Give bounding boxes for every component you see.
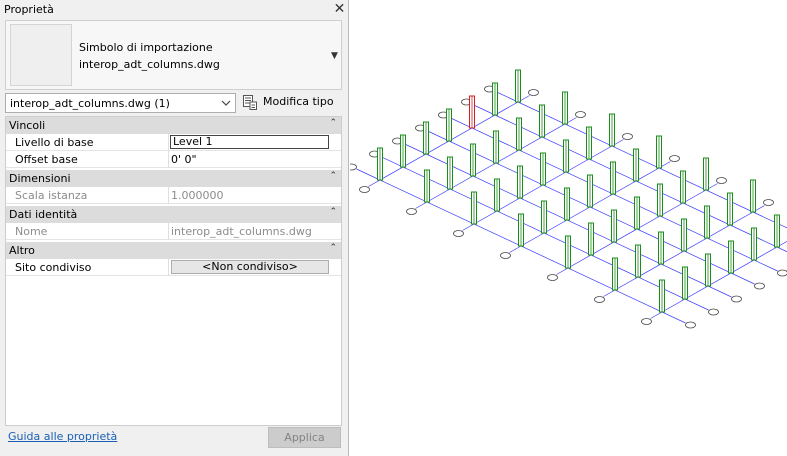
collapse-icon[interactable]: ⌃ bbox=[329, 207, 337, 217]
collapse-icon[interactable]: ⌃ bbox=[329, 171, 337, 181]
close-icon[interactable]: ✕ bbox=[332, 1, 347, 17]
category-label: Dati identità bbox=[9, 208, 78, 221]
grid-bubble bbox=[350, 163, 357, 171]
category-label: Vincoli bbox=[9, 119, 46, 132]
nome-value: interop_adt_columns.dwg bbox=[171, 225, 312, 238]
property-name: Sito condiviso bbox=[15, 261, 92, 274]
grid-line bbox=[494, 90, 787, 229]
property-name: Offset base bbox=[15, 153, 78, 166]
scala-istanza-value: 1.000000 bbox=[171, 189, 224, 202]
grid-bubble bbox=[777, 269, 787, 277]
grid-line bbox=[650, 240, 787, 319]
chevron-down-icon[interactable] bbox=[221, 96, 231, 110]
grid-bubble bbox=[641, 318, 652, 325]
sito-condiviso-button[interactable]: <Non condiviso> bbox=[171, 260, 329, 274]
property-row-offset-base[interactable]: Offset base 0' 0" bbox=[6, 151, 341, 168]
category-label: Dimensioni bbox=[9, 172, 71, 185]
type-selector[interactable]: Simbolo di importazione interop_adt_colu… bbox=[5, 20, 342, 90]
instance-filter-dropdown[interactable]: interop_adt_columns.dwg (1) bbox=[5, 93, 236, 113]
category-vincoli[interactable]: Vincoli ⌃ bbox=[6, 117, 341, 134]
collapse-icon[interactable]: ⌃ bbox=[329, 118, 337, 128]
livello-di-base-input[interactable]: Level 1 bbox=[170, 135, 329, 149]
column-divider bbox=[168, 259, 169, 276]
type-name: interop_adt_columns.dwg bbox=[79, 58, 220, 71]
grid-bubble bbox=[406, 208, 417, 215]
grid-bubble bbox=[731, 295, 742, 303]
property-name: Scala istanza bbox=[15, 189, 88, 202]
property-name: Livello di base bbox=[15, 136, 94, 149]
property-row-nome: Nome interop_adt_columns.dwg bbox=[6, 223, 341, 240]
grid-bubble bbox=[500, 252, 511, 259]
edit-type-icon bbox=[243, 95, 257, 110]
properties-help-link[interactable]: Guida alle proprietà bbox=[8, 430, 117, 443]
grid-bubble bbox=[359, 186, 370, 193]
column-divider bbox=[168, 223, 169, 240]
category-dati-identita[interactable]: Dati identità ⌃ bbox=[6, 206, 341, 223]
properties-grid: Vincoli ⌃ Livello di base Level 1 Offset… bbox=[5, 116, 342, 426]
category-altro[interactable]: Altro ⌃ bbox=[6, 242, 341, 259]
column-divider bbox=[168, 151, 169, 168]
grid-bubble bbox=[622, 133, 633, 140]
type-family-name: Simbolo di importazione bbox=[79, 41, 213, 54]
property-row-sito-condiviso[interactable]: Sito condiviso <Non condiviso> bbox=[6, 259, 341, 276]
properties-palette: Proprietà ✕ Simbolo di importazione inte… bbox=[0, 0, 349, 456]
grid-bubble bbox=[594, 296, 605, 303]
grid-bubble bbox=[453, 230, 464, 237]
grid-bubble bbox=[547, 274, 558, 281]
palette-title-bar[interactable]: Proprietà ✕ bbox=[0, 0, 349, 19]
apply-button[interactable]: Applica bbox=[268, 427, 341, 448]
grid-bubble bbox=[528, 89, 539, 96]
property-row-scala-istanza: Scala istanza 1.000000 bbox=[6, 187, 341, 204]
edit-type-button[interactable]: Modifica tipo bbox=[241, 93, 341, 113]
collapse-icon[interactable]: ⌃ bbox=[329, 243, 337, 253]
property-row-livello-di-base[interactable]: Livello di base Level 1 bbox=[6, 134, 341, 151]
grid-bubble bbox=[669, 155, 680, 162]
grid-bubble bbox=[763, 199, 774, 206]
type-preview-thumbnail bbox=[10, 24, 72, 86]
instance-filter-value: interop_adt_columns.dwg (1) bbox=[10, 97, 170, 110]
category-dimensioni[interactable]: Dimensioni ⌃ bbox=[6, 170, 341, 187]
column-divider bbox=[168, 134, 169, 151]
grid-bubble bbox=[685, 321, 696, 329]
type-dropdown-arrow-icon[interactable]: ▼ bbox=[331, 51, 338, 61]
grid-bubble bbox=[708, 308, 719, 316]
palette-title: Proprietà bbox=[4, 3, 54, 16]
category-label: Altro bbox=[9, 244, 35, 257]
property-name: Nome bbox=[15, 225, 48, 238]
column-divider bbox=[168, 187, 169, 204]
3d-view-canvas[interactable] bbox=[350, 0, 787, 456]
offset-base-value[interactable]: 0' 0" bbox=[171, 153, 197, 166]
grid-bubble bbox=[716, 177, 727, 184]
grid-bubble bbox=[754, 282, 765, 290]
grid-bubble bbox=[575, 111, 586, 118]
edit-type-label: Modifica tipo bbox=[263, 95, 334, 108]
